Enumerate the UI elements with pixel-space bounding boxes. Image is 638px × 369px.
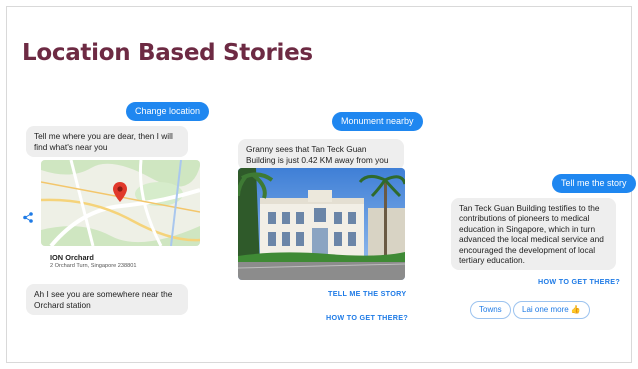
bot-message-monument: Granny sees that Tan Teck Guan Building … (238, 139, 404, 171)
monument-photo (238, 168, 405, 280)
map-pin-icon (113, 182, 127, 202)
bot-message-where-are-you: Tell me where you are dear, then I will … (26, 126, 188, 158)
location-address: 2 Orchard Turn, Singapore 238801 (50, 263, 137, 269)
towns-chip[interactable]: Towns (470, 301, 511, 319)
monument-nearby-button[interactable]: Monument nearby (332, 112, 423, 131)
tell-me-the-story-link[interactable]: TELL ME THE STORY (328, 289, 406, 298)
change-location-button[interactable]: Change location (126, 102, 210, 121)
tell-me-the-story-button[interactable]: Tell me the story (552, 174, 636, 193)
page-title: Location Based Stories (22, 40, 313, 66)
bot-message-near-station: Ah I see you are somewhere near the Orch… (26, 284, 188, 316)
how-to-get-there-link-2[interactable]: HOW TO GET THERE? (538, 277, 620, 286)
how-to-get-there-link[interactable]: HOW TO GET THERE? (326, 313, 408, 322)
location-map[interactable] (41, 160, 200, 246)
location-name: ION Orchard (50, 253, 94, 262)
bot-message-story: Tan Teck Guan Building testifies to the … (451, 198, 616, 271)
lai-one-more-chip[interactable]: Lai one more 👍 (513, 301, 590, 319)
share-icon[interactable] (23, 212, 33, 223)
